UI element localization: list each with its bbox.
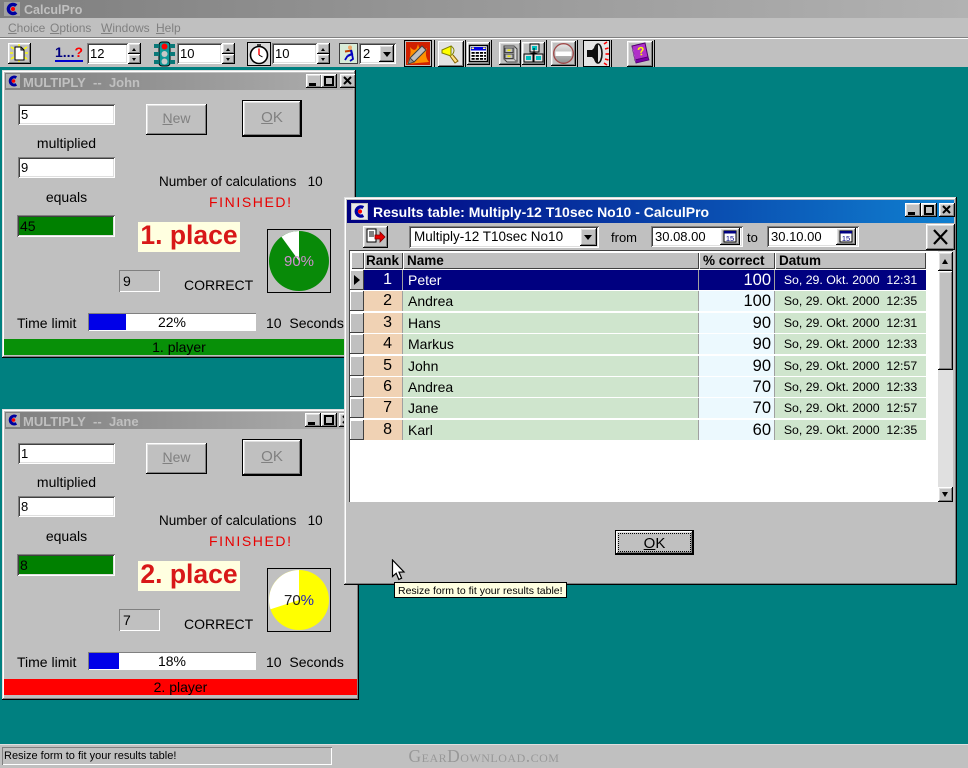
- svg-text:90%: 90%: [284, 253, 314, 270]
- svg-text:15: 15: [842, 234, 850, 243]
- svg-text:70%: 70%: [284, 592, 314, 609]
- svg-text:15: 15: [726, 234, 734, 243]
